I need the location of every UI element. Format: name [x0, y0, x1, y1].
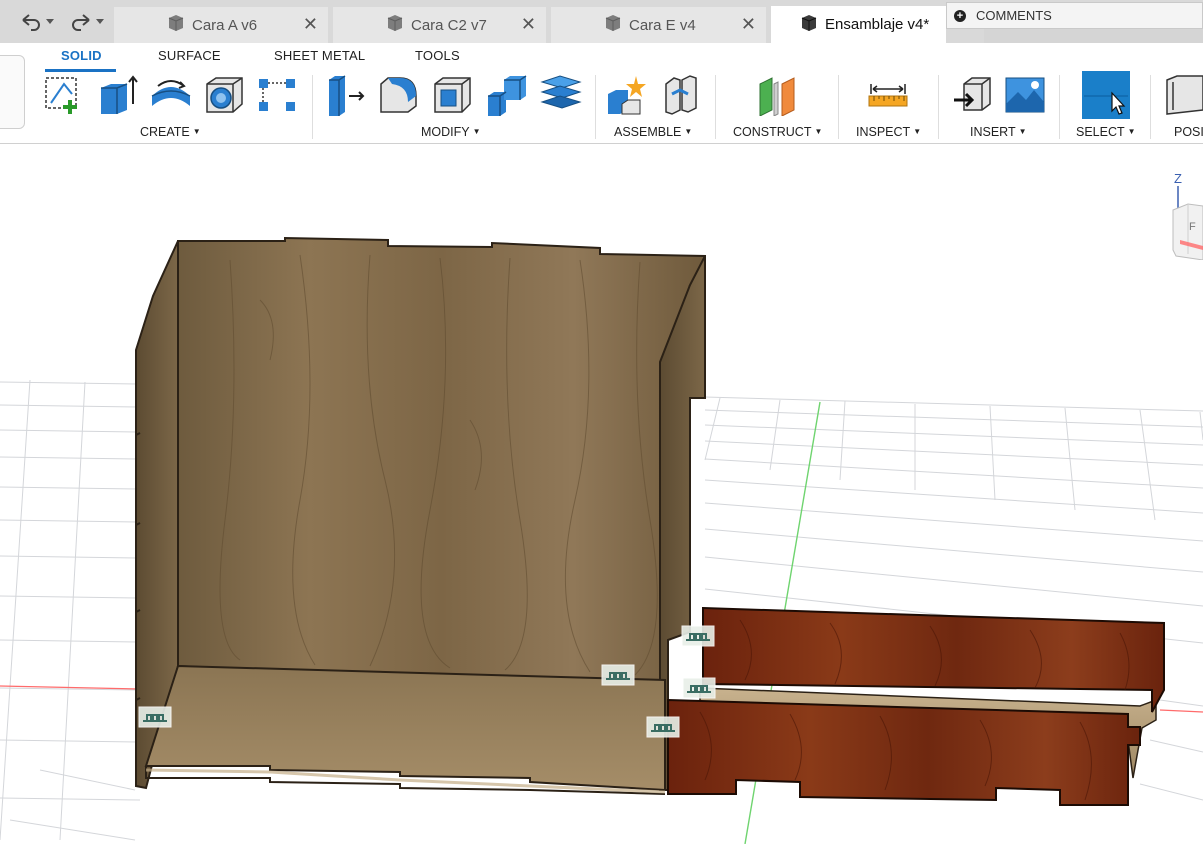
- joint-icon[interactable]: [681, 625, 715, 647]
- fillet-icon[interactable]: [378, 74, 420, 116]
- group-divider: [1150, 75, 1151, 139]
- add-comment-icon[interactable]: +: [954, 9, 966, 22]
- insert-canvas-icon[interactable]: [1004, 74, 1046, 116]
- joint-icon[interactable]: [138, 706, 172, 728]
- back-panel[interactable]: [177, 236, 706, 692]
- group-divider: [595, 75, 596, 139]
- chevron-down-icon: ▼: [814, 127, 823, 136]
- assemble-menu-label: ASSEMBLE: [614, 125, 682, 139]
- ribbon-tab-sheet-metal[interactable]: SHEET METAL: [274, 48, 365, 63]
- workspace-switcher[interactable]: [0, 55, 25, 129]
- group-divider: [715, 75, 716, 139]
- modify-menu[interactable]: MODIFY ▼: [421, 125, 481, 139]
- chevron-down-icon: ▼: [1018, 127, 1027, 136]
- comments-label: COMMENTS: [976, 8, 1052, 23]
- document-tab-strip: Cara A v6 ✕ Cara C2 v7 ✕ Cara E v4 ✕ Ens…: [0, 0, 1203, 43]
- tab-close-button[interactable]: ✕: [303, 15, 318, 33]
- create-sketch-icon[interactable]: [42, 74, 84, 116]
- press-pull-icon[interactable]: [325, 74, 367, 116]
- tab-label: Ensamblaje v4*: [825, 16, 930, 33]
- chevron-down-icon: ▼: [913, 127, 922, 136]
- insert-menu-label: INSERT: [970, 125, 1016, 139]
- tab-label: Cara A v6: [192, 16, 258, 34]
- pattern-icon[interactable]: [256, 74, 298, 116]
- create-menu-label: CREATE: [140, 125, 190, 139]
- tab-strip-filler: [984, 29, 1203, 43]
- group-divider: [312, 75, 313, 139]
- redo-control[interactable]: [70, 8, 104, 36]
- tab-label: Cara E v4: [629, 16, 696, 34]
- tab-cara-c2[interactable]: Cara C2 v7 ✕: [333, 7, 546, 43]
- fusion-app-window: Cara A v6 ✕ Cara C2 v7 ✕ Cara E v4 ✕ Ens…: [0, 0, 1203, 844]
- tab-label: Cara C2 v7: [411, 16, 487, 34]
- redo-dropdown-icon[interactable]: [96, 19, 104, 25]
- tab-cara-a[interactable]: Cara A v6 ✕: [114, 7, 328, 43]
- measure-icon[interactable]: [867, 74, 909, 116]
- canvas-viewport[interactable]: Z F: [0, 145, 1203, 844]
- joint-icon[interactable]: [682, 677, 716, 699]
- new-component-icon[interactable]: [606, 74, 648, 116]
- chevron-down-icon: ▼: [684, 127, 693, 136]
- design-document-icon: [166, 14, 186, 36]
- create-menu[interactable]: CREATE ▼: [140, 125, 201, 139]
- construct-menu-label: CONSTRUCT: [733, 125, 812, 139]
- insert-menu[interactable]: INSERT ▼: [970, 125, 1027, 139]
- extrude-icon[interactable]: [97, 74, 139, 116]
- joint-icon[interactable]: [646, 716, 680, 738]
- inspect-menu[interactable]: INSPECT ▼: [856, 125, 921, 139]
- tab-close-button[interactable]: ✕: [521, 15, 536, 33]
- tab-ensamblaje[interactable]: Ensamblaje v4*: [771, 6, 946, 43]
- group-divider: [1059, 75, 1060, 139]
- ribbon-tab-solid[interactable]: SOLID: [61, 48, 102, 63]
- undo-icon[interactable]: [20, 13, 42, 31]
- toolbar-ribbon: SOLID SURFACE SHEET METAL TOOLS CREATE ▼…: [0, 43, 1203, 144]
- assemble-menu[interactable]: ASSEMBLE ▼: [614, 125, 692, 139]
- active-tab-indicator: [45, 69, 116, 72]
- position-menu[interactable]: POSI: [1174, 125, 1203, 139]
- design-document-icon: [603, 14, 623, 36]
- joint-icon[interactable]: [660, 74, 702, 116]
- undo-dropdown-icon[interactable]: [46, 19, 54, 25]
- tab-cara-e[interactable]: Cara E v4 ✕: [551, 7, 766, 43]
- position-icon[interactable]: [1165, 74, 1203, 116]
- revolve-icon[interactable]: [150, 74, 192, 116]
- ribbon-tab-surface[interactable]: SURFACE: [158, 48, 221, 63]
- insert-derive-icon[interactable]: [952, 74, 994, 116]
- chevron-down-icon: ▼: [1127, 127, 1136, 136]
- inspect-menu-label: INSPECT: [856, 125, 911, 139]
- view-cube[interactable]: Z F: [1168, 170, 1203, 260]
- undo-control[interactable]: [20, 8, 54, 36]
- ribbon-tab-tools[interactable]: TOOLS: [415, 48, 460, 63]
- select-menu[interactable]: SELECT ▼: [1076, 125, 1136, 139]
- chevron-down-icon: ▼: [192, 127, 201, 136]
- design-document-icon: [799, 14, 819, 36]
- shell-icon[interactable]: [432, 74, 474, 116]
- hole-icon[interactable]: [204, 74, 246, 116]
- combine-icon[interactable]: [486, 74, 528, 116]
- group-divider: [838, 75, 839, 139]
- select-icon[interactable]: [1082, 71, 1130, 119]
- joint-icon[interactable]: [601, 664, 635, 686]
- chevron-down-icon: ▼: [472, 127, 481, 136]
- front-face-label: F: [1189, 221, 1196, 233]
- modify-menu-label: MODIFY: [421, 125, 470, 139]
- offset-face-icon[interactable]: [540, 74, 582, 116]
- group-divider: [938, 75, 939, 139]
- construct-menu[interactable]: CONSTRUCT ▼: [733, 125, 822, 139]
- redo-icon[interactable]: [70, 13, 92, 31]
- model-scene[interactable]: [0, 145, 1203, 844]
- comments-panel-header[interactable]: + COMMENTS: [946, 2, 1203, 29]
- offset-plane-icon[interactable]: [756, 74, 798, 116]
- front-drawer-panel[interactable]: [667, 698, 1141, 806]
- z-axis-label: Z: [1174, 171, 1182, 186]
- tab-close-button[interactable]: ✕: [741, 15, 756, 33]
- select-menu-label: SELECT: [1076, 125, 1125, 139]
- design-document-icon: [385, 14, 405, 36]
